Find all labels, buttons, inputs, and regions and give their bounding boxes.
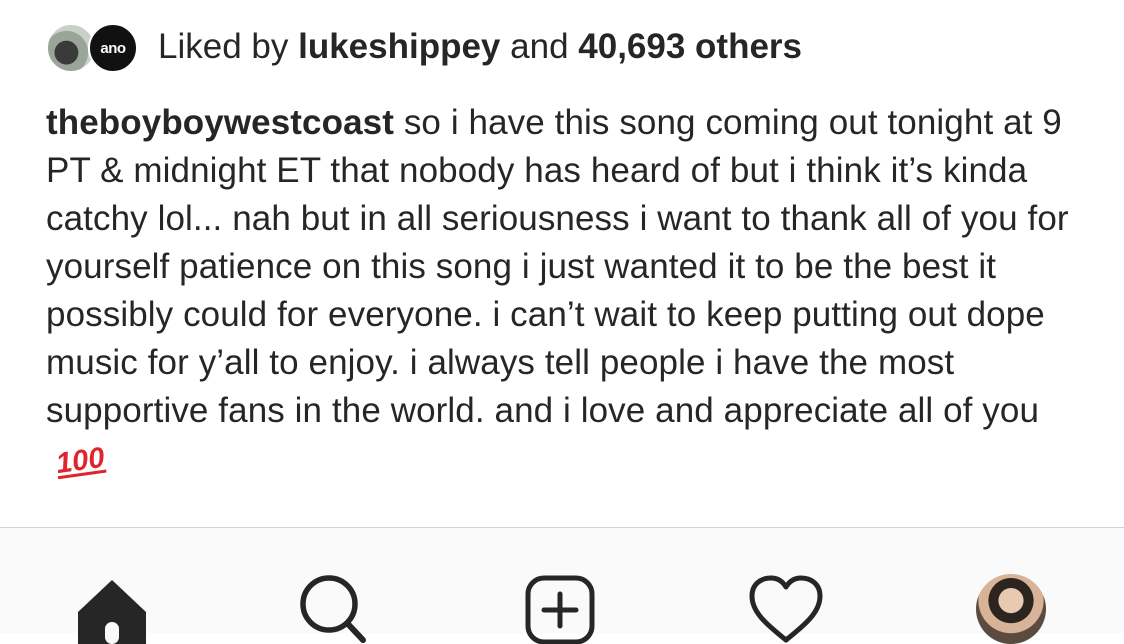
likes-and: and [510,27,569,66]
likes-row: ano Liked by lukeshippey and 40,693 othe… [46,22,802,73]
likes-summary[interactable]: Liked by lukeshippey and 40,693 others [158,22,802,72]
liker-username[interactable]: lukeshippey [298,27,500,66]
likes-prefix: Liked by [158,27,289,66]
profile-avatar [976,574,1046,644]
caption-username[interactable]: theboyboywestcoast [46,103,394,142]
bottom-tab-bar [0,527,1124,644]
home-icon [78,580,146,644]
caption-text: so i have this song coming out tonight a… [46,103,1069,430]
tab-activity[interactable] [746,574,826,644]
hundred-points-emoji: 100 [54,441,107,481]
tab-home[interactable] [72,574,152,644]
plus-square-icon [525,575,595,644]
tab-new-post[interactable] [520,574,600,644]
liker-avatars[interactable]: ano [46,22,142,73]
post-caption: theboyboywestcoast so i have this song c… [46,99,1086,485]
liker-avatar[interactable]: ano [88,23,138,73]
tab-search[interactable] [291,574,371,644]
heart-icon [749,575,823,643]
tab-profile[interactable] [971,574,1051,644]
likes-count[interactable]: 40,693 others [578,27,802,66]
search-icon [300,575,366,643]
